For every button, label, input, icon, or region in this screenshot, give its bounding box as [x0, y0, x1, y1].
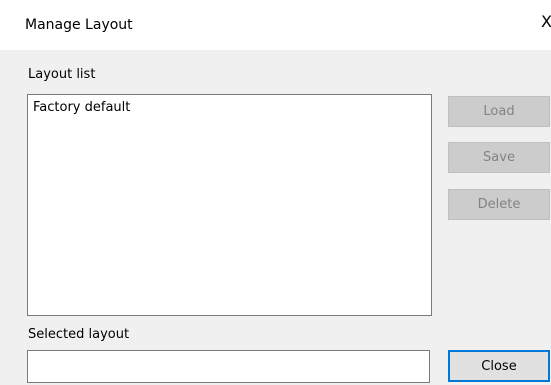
close-window-icon[interactable]: X	[541, 14, 551, 30]
window-title: Manage Layout	[25, 17, 133, 33]
save-button[interactable]: Save	[448, 142, 550, 173]
selected-layout-input[interactable]	[27, 350, 430, 383]
selected-layout-label: Selected layout	[28, 327, 130, 342]
delete-button[interactable]: Delete	[448, 189, 550, 220]
layout-list-label: Layout list	[28, 67, 96, 82]
list-item[interactable]: Factory default	[33, 100, 130, 115]
title-bar: Manage Layout X	[0, 0, 551, 50]
load-button[interactable]: Load	[448, 96, 550, 127]
manage-layout-dialog: Manage Layout X Layout list Factory defa…	[0, 0, 551, 385]
close-button[interactable]: Close	[448, 350, 550, 382]
layout-listbox[interactable]: Factory default	[27, 94, 432, 316]
